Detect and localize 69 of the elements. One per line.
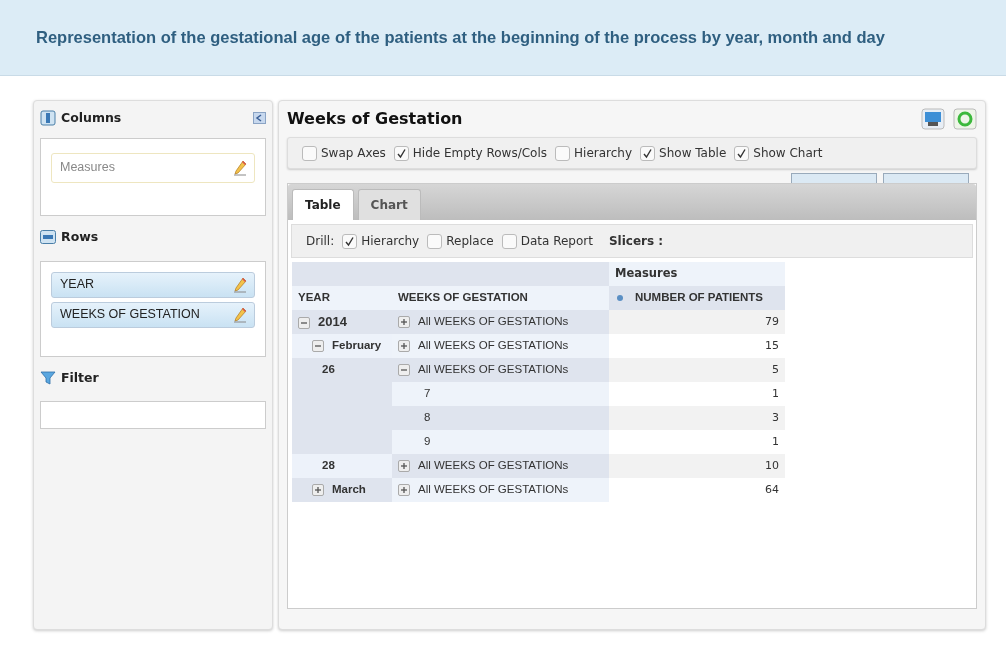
checkbox-option[interactable]: Show Table (640, 144, 727, 162)
section-title: Columns (61, 109, 122, 127)
row-header: All WEEKS OF GESTATIONs (392, 358, 609, 382)
section-title: Rows (61, 227, 99, 246)
row-header: All WEEKS OF GESTATIONs (392, 454, 609, 478)
toggle-icon[interactable] (312, 340, 324, 353)
column-header: Measures (609, 262, 785, 286)
pencil-icon (233, 276, 248, 293)
columns-icon (40, 110, 56, 127)
tab[interactable]: Chart (357, 189, 421, 220)
row-header: All WEEKS OF GESTATIONs (392, 334, 609, 358)
report-title: Weeks of Gestation (287, 108, 463, 130)
toggle-icon[interactable] (398, 484, 410, 497)
table-cell: 15 (609, 334, 785, 358)
row-header: All WEEKS OF GESTATIONs (392, 478, 609, 502)
row-header: March (292, 478, 392, 502)
row-header: February (292, 334, 392, 358)
checkbox-option[interactable]: Show Chart (734, 144, 823, 162)
column-header: NUMBER OF PATIENTS (609, 286, 785, 310)
row-header: 8 (392, 406, 609, 430)
table-cell: 10 (609, 454, 785, 478)
field-chip[interactable]: Measures (51, 152, 255, 183)
checkmark-icon (395, 147, 407, 159)
table-cell: 64 (609, 478, 785, 502)
field-chip[interactable]: YEAR (51, 271, 255, 298)
checkbox-option[interactable]: Hierarchy (555, 144, 633, 162)
slicers-label: Slicers : (608, 233, 664, 250)
table-cell: 1 (609, 430, 785, 454)
refresh-icon (953, 108, 977, 130)
checkbox-option[interactable]: Replace (427, 232, 494, 250)
filter-icon (40, 370, 56, 385)
row-header: 2014 (292, 310, 392, 334)
checkbox-option[interactable]: Hierarchy (342, 232, 420, 250)
row-header: 28 (292, 454, 392, 478)
hidden-tab[interactable] (883, 173, 969, 183)
collapse-icon (253, 112, 266, 125)
row-header: 7 (392, 382, 609, 406)
column-header: YEAR (292, 286, 392, 310)
row-header: All WEEKS OF GESTATIONs (392, 310, 609, 334)
pencil-icon (233, 159, 248, 176)
row-header: 9 (392, 430, 609, 454)
checkbox-option[interactable]: Swap Axes (302, 144, 386, 162)
checkmark-icon (642, 147, 654, 159)
table-cell: 5 (609, 358, 785, 382)
column-header: WEEKS OF GESTATION (392, 286, 609, 310)
toggle-icon[interactable] (398, 340, 410, 353)
checkbox-option[interactable]: Data Report (501, 232, 593, 250)
row-header: 26 (292, 358, 392, 382)
monitor-icon (921, 108, 945, 130)
tab[interactable]: Table (292, 189, 354, 220)
checkbox-option[interactable]: Hide Empty Rows/Cols (393, 144, 548, 162)
rows-icon (40, 230, 56, 245)
checkmark-icon (344, 235, 356, 247)
section-title: Filter (61, 368, 99, 387)
toggle-icon[interactable] (398, 316, 410, 329)
table-cell: 79 (609, 310, 785, 334)
hidden-tab[interactable] (791, 173, 877, 183)
pencil-icon (233, 306, 248, 323)
table-cell: 3 (609, 406, 785, 430)
toggle-icon[interactable] (298, 317, 310, 330)
page-title: Representation of the gestational age of the patients at the beginning of the process by year, month and day (36, 27, 885, 49)
filter-drop-zone[interactable] (40, 401, 266, 430)
field-chip[interactable]: WEEKS OF GESTATION (51, 301, 255, 328)
toggle-icon[interactable] (312, 484, 324, 497)
drill-label: Drill: (306, 233, 335, 250)
toggle-icon[interactable] (398, 364, 410, 377)
checkmark-icon (736, 147, 748, 159)
toggle-icon[interactable] (398, 460, 410, 473)
table-cell: 1 (609, 382, 785, 406)
